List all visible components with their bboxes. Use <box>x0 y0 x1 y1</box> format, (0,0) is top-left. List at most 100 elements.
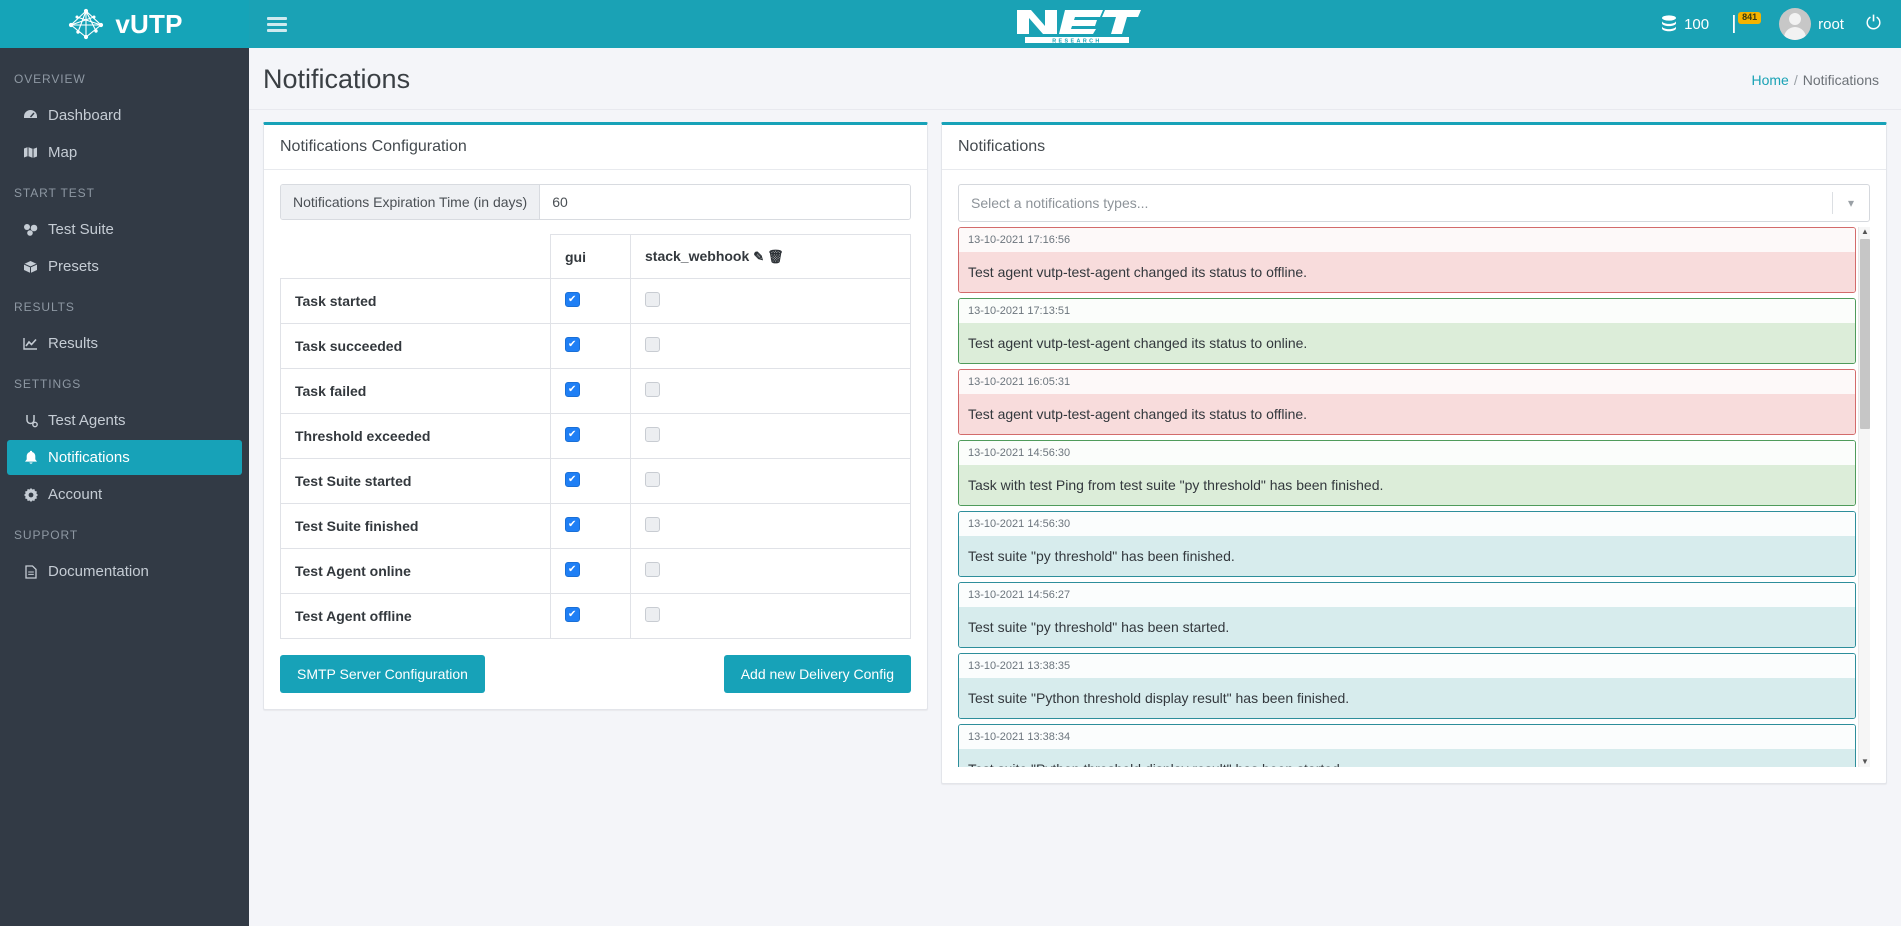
hamburger-menu-icon[interactable] <box>267 16 287 32</box>
sidebar-item-label: Results <box>48 335 99 352</box>
notification-message: Test suite "py threshold" has been finis… <box>959 536 1855 576</box>
sidebar-item-test-suite[interactable]: Test Suite <box>7 212 242 247</box>
list-item[interactable]: 13-10-2021 16:05:31 Test agent vutp-test… <box>958 369 1856 435</box>
stack-webhook-checkbox[interactable] <box>645 292 660 308</box>
webhook-cell <box>630 413 911 460</box>
notification-events-table: gui stack_webhook ✎ 🗑 Task started ✔ Tas… <box>280 233 911 640</box>
gui-cell <box>550 503 631 550</box>
notifications-card-title: Notifications <box>942 125 1886 170</box>
event-label: Test Agent online <box>280 548 551 595</box>
gui-cell <box>550 413 631 460</box>
caret-up-icon[interactable]: ▲ <box>1860 227 1870 237</box>
sidebar-item-test-agents[interactable]: Test Agents <box>7 403 242 438</box>
sidebar-item-map[interactable]: Map <box>7 135 242 170</box>
chevron-down-icon[interactable]: ▾ <box>1833 196 1869 210</box>
stack-webhook-checkbox[interactable] <box>645 607 660 623</box>
table-row: Test Suite finished <box>280 503 911 550</box>
table-row: Task started <box>280 278 911 325</box>
notifications-card-body: Select a notifications types... ▾ 13-10-… <box>942 170 1886 783</box>
sidebar-section-support-title: SUPPORT <box>14 528 79 542</box>
dashboard-icon <box>21 109 40 122</box>
svg-text:RESEARCH: RESEARCH <box>1052 38 1101 44</box>
expiration-time-group: Notifications Expiration Time (in days) <box>280 184 911 220</box>
sidebar-item-results[interactable]: Results <box>7 326 242 361</box>
event-label: Task failed <box>280 368 551 415</box>
event-label: Test Suite finished <box>280 503 551 550</box>
list-item[interactable]: 13-10-2021 13:38:35 Test suite "Python t… <box>958 653 1856 719</box>
stack-webhook-checkbox[interactable] <box>645 427 660 443</box>
gui-checkbox[interactable] <box>565 427 580 443</box>
gui-checkbox[interactable] <box>565 472 580 488</box>
gui-checkbox[interactable] <box>565 562 580 578</box>
event-label: Threshold exceeded <box>280 413 551 460</box>
notification-time: 13-10-2021 13:38:34 <box>959 725 1855 749</box>
sidebar-item-notifications[interactable]: Notifications <box>7 440 242 475</box>
webhook-cell <box>630 368 911 415</box>
credits-indicator[interactable]: 100 <box>1661 15 1709 33</box>
stethoscope-icon <box>21 414 40 428</box>
webhook-cell <box>630 278 911 325</box>
user-menu[interactable]: root <box>1779 8 1844 40</box>
stack-webhook-checkbox[interactable] <box>645 472 660 488</box>
page-header: Notifications Home / Notifications <box>249 48 1901 110</box>
smtp-server-configuration-button[interactable]: SMTP Server Configuration <box>280 655 485 694</box>
sidebar-item-label: Notifications <box>48 449 130 466</box>
table-row: Test Suite started <box>280 458 911 505</box>
gui-checkbox[interactable] <box>565 517 580 533</box>
notification-message: Test suite "Python threshold display res… <box>959 749 1855 767</box>
stack-webhook-checkbox[interactable] <box>645 337 660 353</box>
stack-webhook-checkbox[interactable] <box>645 517 660 533</box>
sidebar-item-presets[interactable]: Presets <box>7 249 242 284</box>
gui-checkbox[interactable] <box>565 607 580 623</box>
expiration-time-input[interactable] <box>540 185 910 219</box>
gui-cell <box>550 278 631 325</box>
brand-name: vUTP <box>115 8 183 39</box>
trash-icon[interactable]: 🗑 <box>767 249 784 265</box>
edit-pencil-icon[interactable]: ✎ <box>753 249 764 265</box>
breadcrumb-current: Notifications <box>1802 71 1879 88</box>
list-item[interactable]: 13-10-2021 13:38:34 Test suite "Python t… <box>958 724 1856 767</box>
notification-time: 13-10-2021 14:56:30 <box>959 512 1855 536</box>
list-item[interactable]: 13-10-2021 14:56:30 Task with test Ping … <box>958 440 1856 506</box>
table-body: Task started Task succeeded Task failed <box>280 278 911 640</box>
gui-cell <box>550 593 631 640</box>
list-item[interactable]: 13-10-2021 17:16:56 Test agent vutp-test… <box>958 227 1856 293</box>
stack-webhook-checkbox[interactable] <box>645 562 660 578</box>
add-new-delivery-config-button[interactable]: Add new Delivery Config <box>723 655 911 694</box>
avatar <box>1779 8 1812 40</box>
main-content: Notifications Home / Notifications Notific… <box>249 48 1901 926</box>
gui-checkbox[interactable] <box>565 292 580 308</box>
notification-type-select[interactable]: Select a notifications types... ▾ <box>958 184 1870 222</box>
list-item[interactable]: 13-10-2021 14:56:27 Test suite "py thres… <box>958 582 1856 648</box>
flag-badge-count: 841 <box>1738 12 1762 24</box>
sidebar-item-account[interactable]: Account <box>7 477 242 512</box>
event-label: Task succeeded <box>280 323 551 370</box>
event-label: Test Agent offline <box>280 593 551 640</box>
notifications-configuration-card: Notifications Configuration Notification… <box>263 122 928 711</box>
flag-notifications-button[interactable]: 841 <box>1731 12 1762 35</box>
gui-checkbox[interactable] <box>565 382 580 398</box>
stack-webhook-checkbox[interactable] <box>645 382 660 398</box>
test-suite-icon <box>21 223 40 236</box>
notifications-scroll-region: 13-10-2021 17:16:56 Test agent vutp-test… <box>958 227 1870 767</box>
stack-webhook-label: stack_webhook <box>645 248 750 264</box>
list-item[interactable]: 13-10-2021 14:56:30 Test suite "py thres… <box>958 511 1856 577</box>
table-row: Task succeeded <box>280 323 911 370</box>
config-actions: SMTP Server Configuration Add new Delive… <box>280 655 911 694</box>
brand-logo-area[interactable]: vUTP <box>0 0 249 48</box>
content-area: Notifications Configuration Notification… <box>249 110 1901 926</box>
power-icon[interactable]: ⏻ <box>1866 13 1881 35</box>
username-label: root <box>1818 15 1844 33</box>
table-header-gui: gui <box>550 233 631 280</box>
network-mesh-icon <box>69 8 104 40</box>
sidebar-item-documentation[interactable]: Documentation <box>7 554 242 589</box>
breadcrumb-home-link[interactable]: Home <box>1751 72 1788 88</box>
caret-down-icon[interactable]: ▼ <box>1860 757 1870 767</box>
sidebar-item-dashboard[interactable]: Dashboard <box>7 98 242 133</box>
list-item[interactable]: 13-10-2021 17:13:51 Test agent vutp-test… <box>958 298 1856 364</box>
gui-cell <box>550 458 631 505</box>
scrollbar-thumb[interactable] <box>1860 239 1870 429</box>
table-header-blank <box>280 234 551 280</box>
notifications-scrollbar[interactable]: ▲ ▼ <box>1858 227 1870 767</box>
gui-checkbox[interactable] <box>565 337 580 353</box>
